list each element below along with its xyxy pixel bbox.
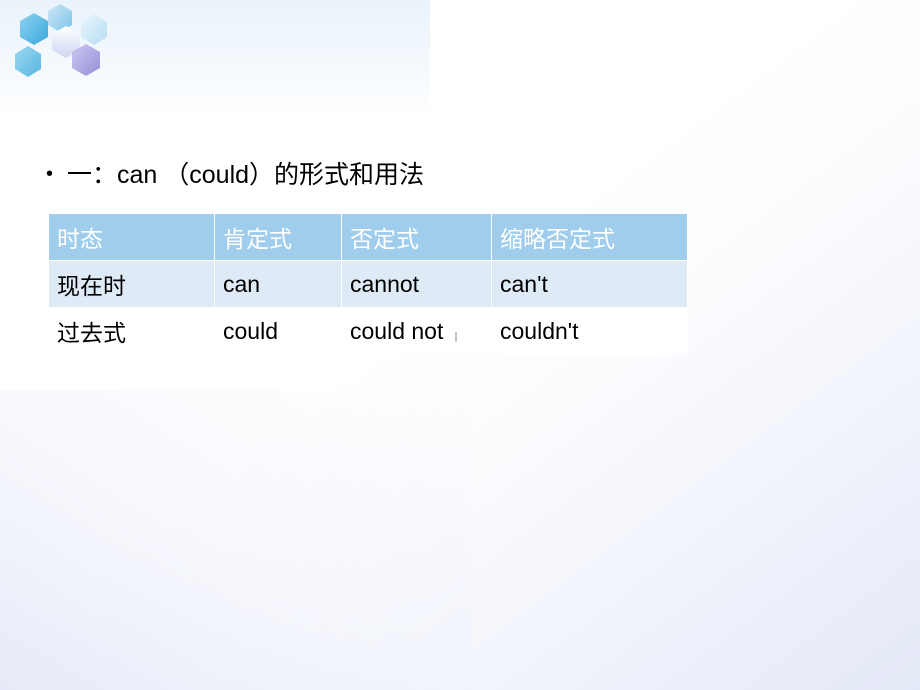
grammar-table: 时态 肯定式 否定式 缩略否定式 现在时 can cannot can't 过去… [48,213,688,355]
heading-bullet-line: • 一：can （could）的形式和用法 [46,160,424,191]
cell-affirmative: could [214,307,342,355]
table-row: 现在时 can cannot can't [48,260,688,308]
cell-negative: could not [341,307,492,355]
text-caret [455,332,457,342]
cell-contracted-negative: can't [491,260,688,308]
slide-canvas: • 一：can （could）的形式和用法 时态 肯定式 否定式 缩略否定式 现… [0,0,920,690]
cell-affirmative: can [214,260,342,308]
cell-tense: 过去式 [48,307,215,355]
bullet-marker-icon: • [46,163,54,185]
cell-contracted-negative: couldn't [491,307,688,355]
table-row: 过去式 could could not couldn't [48,307,688,355]
column-header-contracted-negative: 缩略否定式 [491,213,688,261]
table-header-row: 时态 肯定式 否定式 缩略否定式 [48,213,688,261]
cell-negative: cannot [341,260,492,308]
column-header-negative: 否定式 [341,213,492,261]
column-header-affirmative: 肯定式 [214,213,342,261]
page-title: 一：can （could）的形式和用法 [67,161,425,189]
slide-content: • 一：can （could）的形式和用法 时态 肯定式 否定式 缩略否定式 现… [0,0,920,690]
cell-tense: 现在时 [48,260,215,308]
column-header-tense: 时态 [48,213,215,261]
